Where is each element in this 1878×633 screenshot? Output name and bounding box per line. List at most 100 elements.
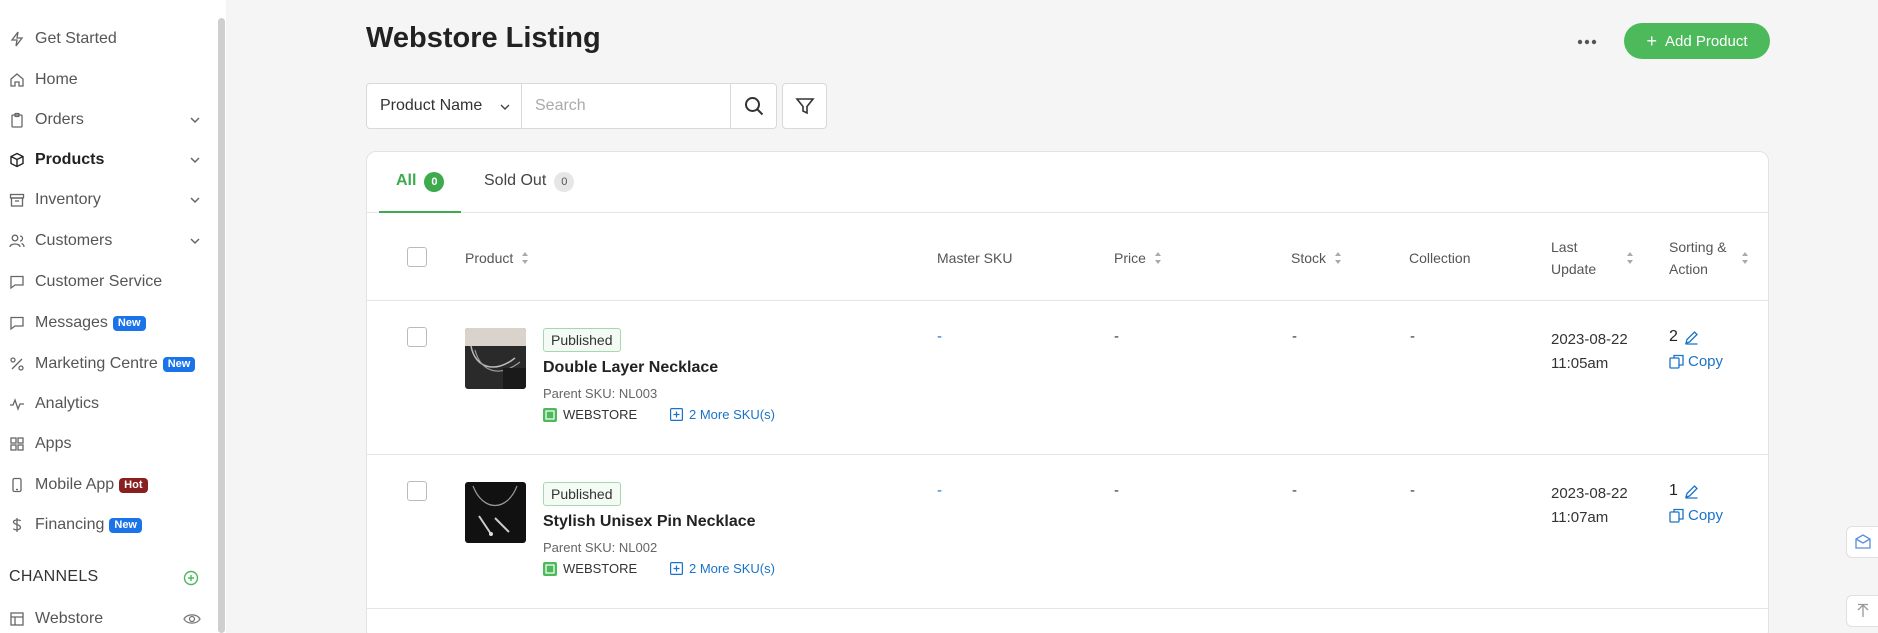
channel-tag: WEBSTORE [543,407,637,422]
copy-button[interactable]: Copy [1669,353,1723,370]
last-update-value: 2023-08-22 11:07am [1551,482,1628,530]
copy-label: Copy [1688,353,1724,370]
add-product-button[interactable]: + Add Product [1624,23,1770,59]
add-channel-icon[interactable] [183,570,199,586]
tab-count-badge: 0 [554,172,575,192]
master-sku-value[interactable]: - [937,482,942,499]
webstore-icon [543,561,557,576]
more-sku-link[interactable]: 2 More SKU(s) [670,561,775,576]
sidebar-item-orders[interactable]: Orders [9,106,209,134]
sidebar-item-label: Webstore [35,610,104,627]
sidebar-item-get-started[interactable]: Get Started [9,25,209,53]
sidebar-item-financing[interactable]: Financing New [9,511,209,539]
status-badge: Published [543,482,621,506]
column-label-line: Last [1551,238,1578,255]
copy-button[interactable]: Copy [1669,507,1723,524]
percent-icon [9,356,25,372]
sidebar-item-label: Products [35,151,105,168]
plus-icon: + [1646,31,1657,51]
select-all-checkbox[interactable] [407,247,427,267]
column-last-update[interactable]: Last Update [1551,214,1634,301]
sidebar-item-messages[interactable]: Messages New [9,309,209,337]
price-value: - [1114,482,1119,499]
column-stock[interactable]: Stock [1291,214,1342,301]
pencil-icon[interactable] [1684,330,1699,345]
sidebar-item-label: Analytics [35,395,100,412]
sidebar-item-apps[interactable]: Apps [9,430,209,458]
message-icon [9,315,25,331]
new-badge: New [109,517,142,533]
sidebar-scrollbar[interactable] [218,18,225,633]
scroll-top-button[interactable] [1846,595,1878,627]
phone-icon [9,477,25,493]
tab-count-badge: 0 [424,172,445,192]
arrow-up-icon [1857,603,1868,617]
new-badge: New [112,315,146,331]
tab-all[interactable]: All 0 [379,172,462,213]
search-input[interactable] [522,83,731,129]
sort-icon [1154,251,1161,264]
sidebar-item-marketing-centre[interactable]: Marketing Centre New [9,350,209,378]
bolt-icon [9,31,25,47]
parent-sku: Parent SKU: NL002 [543,540,658,555]
necklace-photo-icon [465,328,526,389]
product-name[interactable]: Stylish Unisex Pin Necklace [543,513,756,531]
master-sku-value[interactable]: - [937,328,942,345]
page-title: Webstore Listing [366,22,601,54]
filter-button[interactable] [782,83,827,129]
more-options-button[interactable] [1572,28,1602,56]
chevron-down-icon [190,157,200,164]
column-label: Master SKU [937,249,1013,266]
channels-heading: CHANNELS [9,568,99,585]
table-header: Product Master SKU Price Stock Collectio… [367,214,1768,301]
parent-sku: Parent SKU: NL003 [543,386,658,401]
sort-icon [522,251,529,264]
sidebar-item-label: Financing [35,516,105,533]
search-icon [744,97,763,116]
column-price[interactable]: Price [1114,214,1162,301]
home-icon [9,72,25,88]
sort-order: 2 [1669,328,1699,346]
sidebar-item-customer-service[interactable]: Customer Service [9,268,209,296]
search-field-select[interactable]: Product Name [366,83,522,129]
column-product[interactable]: Product [465,214,529,301]
product-name[interactable]: Double Layer Necklace [543,359,718,377]
chevron-down-icon [190,238,200,245]
eye-icon[interactable] [183,612,201,626]
row-checkbox[interactable] [407,327,427,347]
table-row: Published Double Layer Necklace Parent S… [367,301,1768,455]
sidebar: Get Started Home Orders Products Invento… [0,0,226,633]
tab-sold-out[interactable]: Sold Out 0 [484,172,575,213]
collection-value: - [1410,482,1415,499]
more-sku-link[interactable]: 2 More SKU(s) [670,407,775,422]
chevron-down-icon [190,197,200,204]
sidebar-item-analytics[interactable]: Analytics [9,390,209,418]
column-label: Collection [1409,249,1471,266]
column-sorting-action[interactable]: Sorting & Action [1669,214,1749,301]
sidebar-item-mobile-app[interactable]: Mobile App Hot [9,471,209,499]
pencil-icon[interactable] [1684,484,1699,499]
column-label: Price [1114,249,1146,266]
sidebar-item-home[interactable]: Home [9,66,209,94]
sidebar-item-label: Get Started [35,30,117,47]
expand-plus-icon [670,562,683,575]
product-thumbnail[interactable] [465,482,526,543]
copy-icon [1669,354,1684,369]
sidebar-item-products[interactable]: Products [9,146,209,174]
sidebar-item-webstore[interactable]: Webstore [9,605,209,633]
search-button[interactable] [731,83,777,129]
archive-icon [9,192,25,208]
sidebar-item-customers[interactable]: Customers [9,227,209,255]
tab-label: All [396,172,417,189]
sort-order: 1 [1669,482,1699,500]
row-checkbox[interactable] [407,481,427,501]
sidebar-item-inventory[interactable]: Inventory [9,186,209,214]
sort-icon [1335,251,1342,264]
contact-float-button[interactable] [1846,526,1878,558]
grid-icon [9,436,25,452]
status-tabs: All 0 Sold Out 0 [367,152,1768,213]
sort-order-value: 1 [1669,482,1678,499]
box-icon [9,152,25,168]
last-update-value: 2023-08-22 11:05am [1551,328,1628,376]
product-thumbnail[interactable] [465,328,526,389]
